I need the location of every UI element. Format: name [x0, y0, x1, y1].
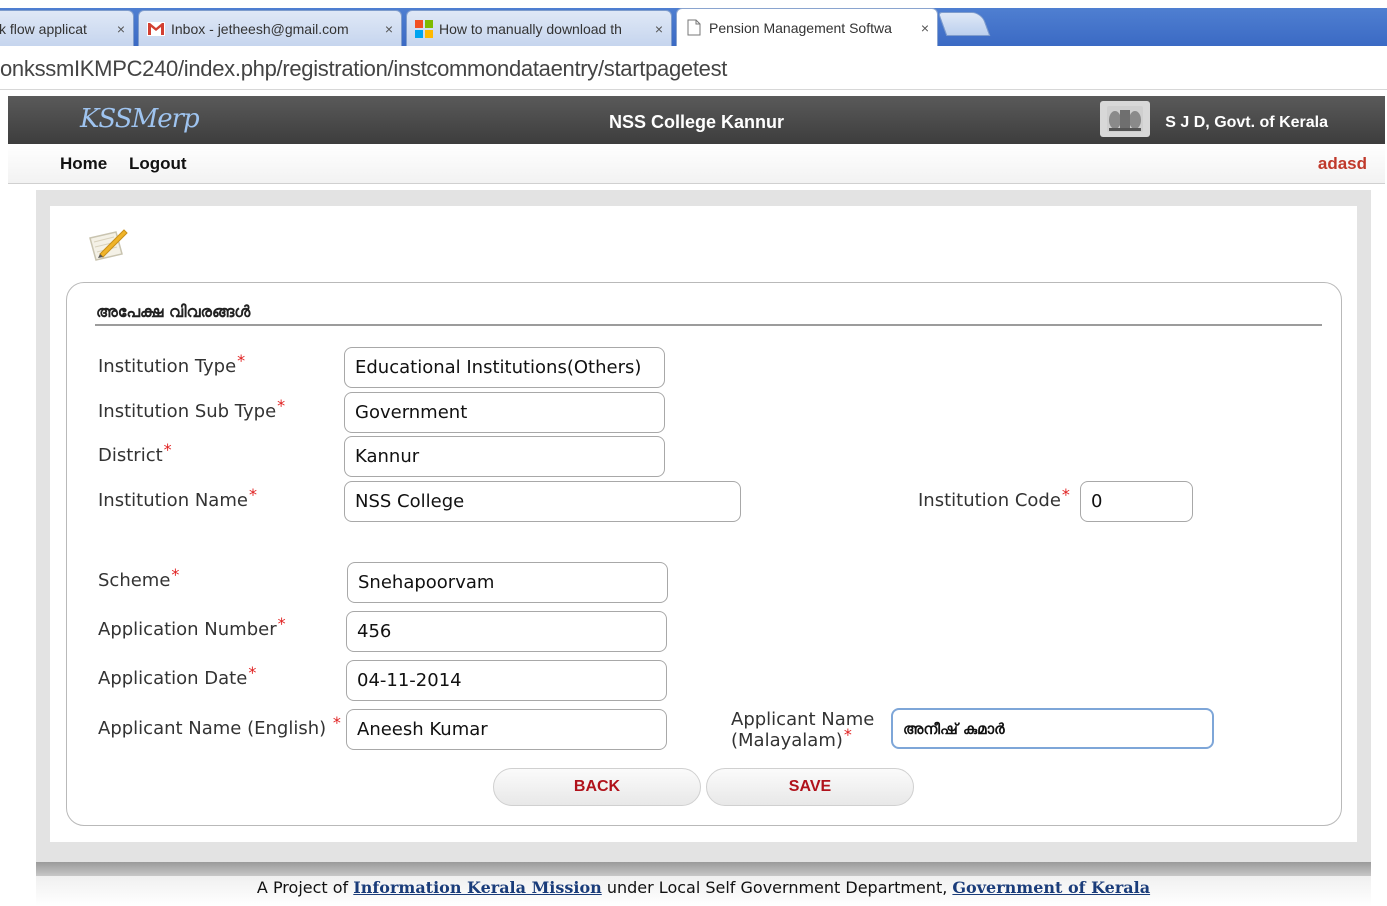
menu-home-link[interactable]: Home: [60, 154, 107, 174]
required-marker: *: [277, 614, 286, 633]
institution-sub-type-label: Institution Sub Type*: [98, 396, 285, 422]
label-text-line2: (Malayalam): [731, 730, 843, 751]
tab-close-icon[interactable]: ×: [385, 21, 393, 37]
scheme-field[interactable]: Snehapoorvam: [347, 562, 668, 603]
footer-link-ikm[interactable]: Information Kerala Mission: [353, 878, 601, 897]
footer-divider: [36, 862, 1371, 876]
footer-link-government[interactable]: Government of Kerala: [952, 878, 1150, 897]
district-field[interactable]: Kannur: [344, 436, 665, 477]
browser-tab-2[interactable]: Inbox - jetheesh@gmail.com ×: [138, 10, 402, 46]
tab-title: k flow applicat: [0, 20, 87, 37]
district-label: District*: [98, 440, 172, 466]
government-name: S J D, Govt. of Kerala: [1165, 114, 1328, 131]
required-marker: *: [843, 725, 852, 744]
required-marker: *: [248, 485, 257, 504]
section-title: അപേക്ഷ വിവരങ്ങൾ: [96, 302, 251, 321]
application-date-field[interactable]: 04-11-2014: [346, 660, 667, 701]
section-divider: [95, 324, 1322, 326]
institution-type-label: Institution Type*: [98, 351, 245, 377]
save-button[interactable]: SAVE: [706, 768, 914, 806]
logged-in-user: adasd: [1317, 154, 1367, 173]
address-bar[interactable]: onkssmIKMPC240/index.php/registration/in…: [0, 46, 1387, 90]
browser-tab-strip: k flow applicat × Inbox - jetheesh@gmail…: [0, 0, 1387, 46]
institution-name-label: Institution Name*: [98, 485, 257, 511]
label-text: Institution Sub Type: [98, 401, 277, 422]
application-number-field[interactable]: 456: [346, 611, 667, 652]
page-footer: A Project of Information Kerala Mission …: [36, 876, 1371, 906]
scheme-label: Scheme*: [98, 565, 179, 591]
label-text: Institution Code: [918, 490, 1061, 511]
menu-logout-link[interactable]: Logout: [129, 154, 187, 174]
required-marker: *: [1061, 485, 1070, 504]
tab-close-icon[interactable]: ×: [117, 21, 125, 37]
app-header: KSSMerp NSS College Kannur S J D, Govt. …: [8, 96, 1385, 144]
applicant-name-english-field[interactable]: Aneesh Kumar: [346, 709, 667, 750]
label-text: Application Date: [98, 668, 248, 689]
tab-title: Inbox - jetheesh@gmail.com: [171, 20, 349, 37]
required-marker: *: [248, 663, 257, 682]
back-button[interactable]: BACK: [493, 768, 701, 806]
browser-tab-3[interactable]: How to manually download th ×: [406, 10, 672, 46]
applicant-name-malayalam-label: Applicant Name (Malayalam)*: [731, 709, 874, 751]
institution-sub-type-field[interactable]: Government: [344, 392, 665, 433]
edit-note-icon: [86, 224, 130, 266]
page-icon: [685, 19, 703, 36]
label-text: District: [98, 445, 163, 466]
kerala-emblem-icon: [1100, 101, 1150, 137]
required-marker: *: [332, 713, 341, 732]
required-marker: *: [171, 565, 180, 584]
menu-bar: Home Logout adasd: [8, 144, 1385, 184]
applicant-name-english-label: Applicant Name (English) *: [98, 713, 341, 739]
label-text: Applicant Name (English): [98, 718, 327, 739]
windows-icon: [415, 19, 433, 38]
required-marker: *: [277, 396, 286, 415]
browser-tab-1[interactable]: k flow applicat ×: [0, 10, 134, 46]
footer-middle-text: under Local Self Government Department,: [606, 878, 948, 897]
url-text[interactable]: onkssmIKMPC240/index.php/registration/in…: [0, 56, 727, 82]
applicant-name-malayalam-field[interactable]: അനീഷ് കുമാർ: [891, 708, 1214, 749]
institution-name-field[interactable]: NSS College: [344, 481, 741, 522]
label-text: Institution Name: [98, 490, 248, 511]
required-marker: *: [237, 351, 246, 370]
tab-close-icon[interactable]: ×: [921, 20, 929, 36]
label-text: Scheme: [98, 570, 171, 591]
application-date-label: Application Date*: [98, 663, 256, 689]
tab-title: How to manually download th: [439, 20, 622, 37]
label-text: Application Number: [98, 619, 277, 640]
tab-close-icon[interactable]: ×: [655, 21, 663, 37]
browser-tab-active[interactable]: Pension Management Softwa ×: [676, 8, 938, 46]
label-text-line1: Applicant Name: [731, 709, 875, 730]
institution-type-field[interactable]: Educational Institutions(Others): [344, 347, 665, 388]
label-text: Institution Type: [98, 356, 237, 377]
institution-code-field[interactable]: 0: [1080, 481, 1193, 522]
application-number-label: Application Number*: [98, 614, 286, 640]
required-marker: *: [163, 440, 172, 459]
footer-prefix: A Project of: [256, 878, 349, 897]
gmail-icon: [147, 21, 165, 37]
tab-title: Pension Management Softwa: [709, 19, 892, 36]
institution-code-label: Institution Code*: [918, 485, 1070, 511]
